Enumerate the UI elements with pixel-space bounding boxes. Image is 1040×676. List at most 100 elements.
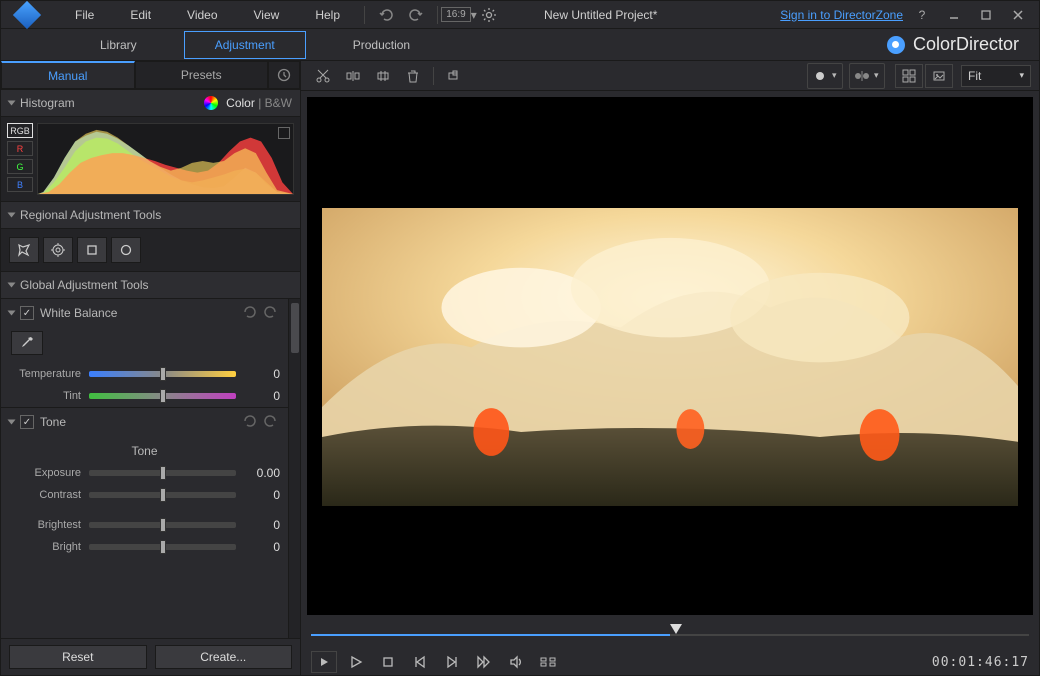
expand-histogram-icon[interactable] (278, 127, 290, 139)
sidebar: Manual Presets Histogram Color | B&W RGB… (1, 61, 301, 675)
eyedropper-tool-icon[interactable] (11, 331, 43, 355)
global-header[interactable]: Global Adjustment Tools (1, 271, 300, 299)
split-view-group: ▾ (849, 63, 885, 89)
redo-icon[interactable] (404, 3, 428, 27)
channel-r-button[interactable]: R (7, 141, 33, 156)
reset-button[interactable]: Reset (9, 645, 147, 669)
histogram-panel: RGB R G B (1, 117, 300, 201)
separator (437, 6, 438, 24)
regional-header[interactable]: Regional Adjustment Tools (1, 201, 300, 229)
histogram-header[interactable]: Histogram Color | B&W (1, 89, 300, 117)
undo-icon[interactable] (242, 414, 258, 430)
white-balance-header[interactable]: ✓ White Balance (1, 299, 288, 327)
snapshot-button[interactable] (535, 651, 561, 673)
close-icon[interactable] (1005, 5, 1031, 25)
color-wheel-icon[interactable] (204, 96, 218, 110)
stop-button[interactable] (375, 651, 401, 673)
tint-label: Tint (9, 390, 81, 402)
timeline[interactable] (311, 629, 1029, 641)
help-icon[interactable]: ? (909, 5, 935, 25)
play-controls: 00:01:46:17 (311, 651, 1029, 673)
mask-selection-tool-icon[interactable] (9, 237, 39, 263)
subtab-manual[interactable]: Manual (1, 61, 135, 89)
subtab-history-icon[interactable] (268, 61, 300, 89)
caret-icon[interactable]: ▾ (874, 70, 884, 81)
maximize-icon[interactable] (973, 5, 999, 25)
brightest-value[interactable]: 0 (244, 518, 280, 532)
bright-label: Bright (9, 541, 81, 553)
collapse-icon (8, 101, 16, 106)
histogram-title: Histogram (20, 96, 75, 110)
video-canvas[interactable] (307, 97, 1033, 615)
radial-tool-icon[interactable] (43, 237, 73, 263)
circle-tool-icon[interactable] (111, 237, 141, 263)
white-balance-checkbox[interactable]: ✓ (20, 306, 34, 320)
contrast-slider[interactable] (89, 492, 236, 498)
temperature-value[interactable]: 0 (244, 367, 280, 381)
rect-tool-icon[interactable] (77, 237, 107, 263)
tab-production[interactable]: Production (322, 31, 441, 59)
contrast-value[interactable]: 0 (244, 488, 280, 502)
tab-adjustment[interactable]: Adjustment (184, 31, 306, 59)
undo-icon[interactable] (242, 305, 258, 321)
sidebar-scrollbar[interactable] (288, 299, 300, 638)
regional-title: Regional Adjustment Tools (20, 208, 161, 222)
minimize-icon[interactable] (941, 5, 967, 25)
channel-b-button[interactable]: B (7, 177, 33, 192)
create-button[interactable]: Create... (155, 645, 293, 669)
bright-slider[interactable] (89, 544, 236, 550)
split-tool-icon[interactable] (339, 64, 367, 88)
project-title: New Untitled Project* (544, 8, 657, 22)
preview-toolbar: ▾ ▾ Fit▾ (301, 61, 1039, 91)
playhead-icon[interactable] (670, 624, 682, 634)
fast-forward-button[interactable] (471, 651, 497, 673)
menu-view[interactable]: View (236, 4, 298, 26)
brightest-slider[interactable] (89, 522, 236, 528)
menu-file[interactable]: File (57, 4, 112, 26)
collapse-icon (8, 311, 16, 316)
exposure-slider[interactable] (89, 470, 236, 476)
play-clip-button[interactable] (311, 651, 337, 673)
caret-icon[interactable]: ▾ (832, 70, 842, 81)
menu-video[interactable]: Video (169, 4, 235, 26)
channel-g-button[interactable]: G (7, 159, 33, 174)
split-view-icon[interactable] (850, 64, 874, 88)
single-view-icon[interactable] (808, 64, 832, 88)
bright-value[interactable]: 0 (244, 540, 280, 554)
delete-tool-icon[interactable] (399, 64, 427, 88)
signin-link[interactable]: Sign in to DirectorZone (780, 8, 903, 22)
play-button[interactable] (343, 651, 369, 673)
timecode: 00:01:46:17 (932, 655, 1029, 670)
tone-heading: Tone (131, 444, 157, 458)
zoom-select[interactable]: Fit▾ (961, 65, 1031, 87)
preview-area: ▾ ▾ Fit▾ (301, 61, 1039, 675)
redo-icon[interactable] (264, 414, 280, 430)
menu-edit[interactable]: Edit (112, 4, 169, 26)
contrast-label: Contrast (9, 489, 81, 501)
tone-checkbox[interactable]: ✓ (20, 415, 34, 429)
volume-button[interactable] (503, 651, 529, 673)
color-bw-toggle[interactable]: Color | B&W (226, 96, 292, 110)
tint-value[interactable]: 0 (244, 389, 280, 403)
subtab-presets[interactable]: Presets (135, 61, 269, 89)
trim-tool-icon[interactable] (369, 64, 397, 88)
aspect-ratio-icon[interactable]: 16:9▾ (447, 3, 471, 27)
crop-tool-icon[interactable] (440, 64, 468, 88)
mode-bar: Library Adjustment Production ColorDirec… (1, 29, 1039, 61)
redo-icon[interactable] (264, 305, 280, 321)
tone-header[interactable]: ✓ Tone (1, 408, 288, 436)
app-logo-icon (13, 0, 41, 28)
grid-view-icon[interactable] (895, 64, 923, 88)
cut-tool-icon[interactable] (309, 64, 337, 88)
tint-slider[interactable] (89, 393, 236, 399)
temperature-slider[interactable] (89, 371, 236, 377)
undo-icon[interactable] (374, 3, 398, 27)
full-view-icon[interactable] (925, 64, 953, 88)
prev-frame-button[interactable] (407, 651, 433, 673)
channel-rgb-button[interactable]: RGB (7, 123, 33, 138)
exposure-value[interactable]: 0.00 (244, 466, 280, 480)
settings-gear-icon[interactable] (477, 3, 501, 27)
tab-library[interactable]: Library (69, 31, 168, 59)
next-frame-button[interactable] (439, 651, 465, 673)
menu-help[interactable]: Help (297, 4, 358, 26)
